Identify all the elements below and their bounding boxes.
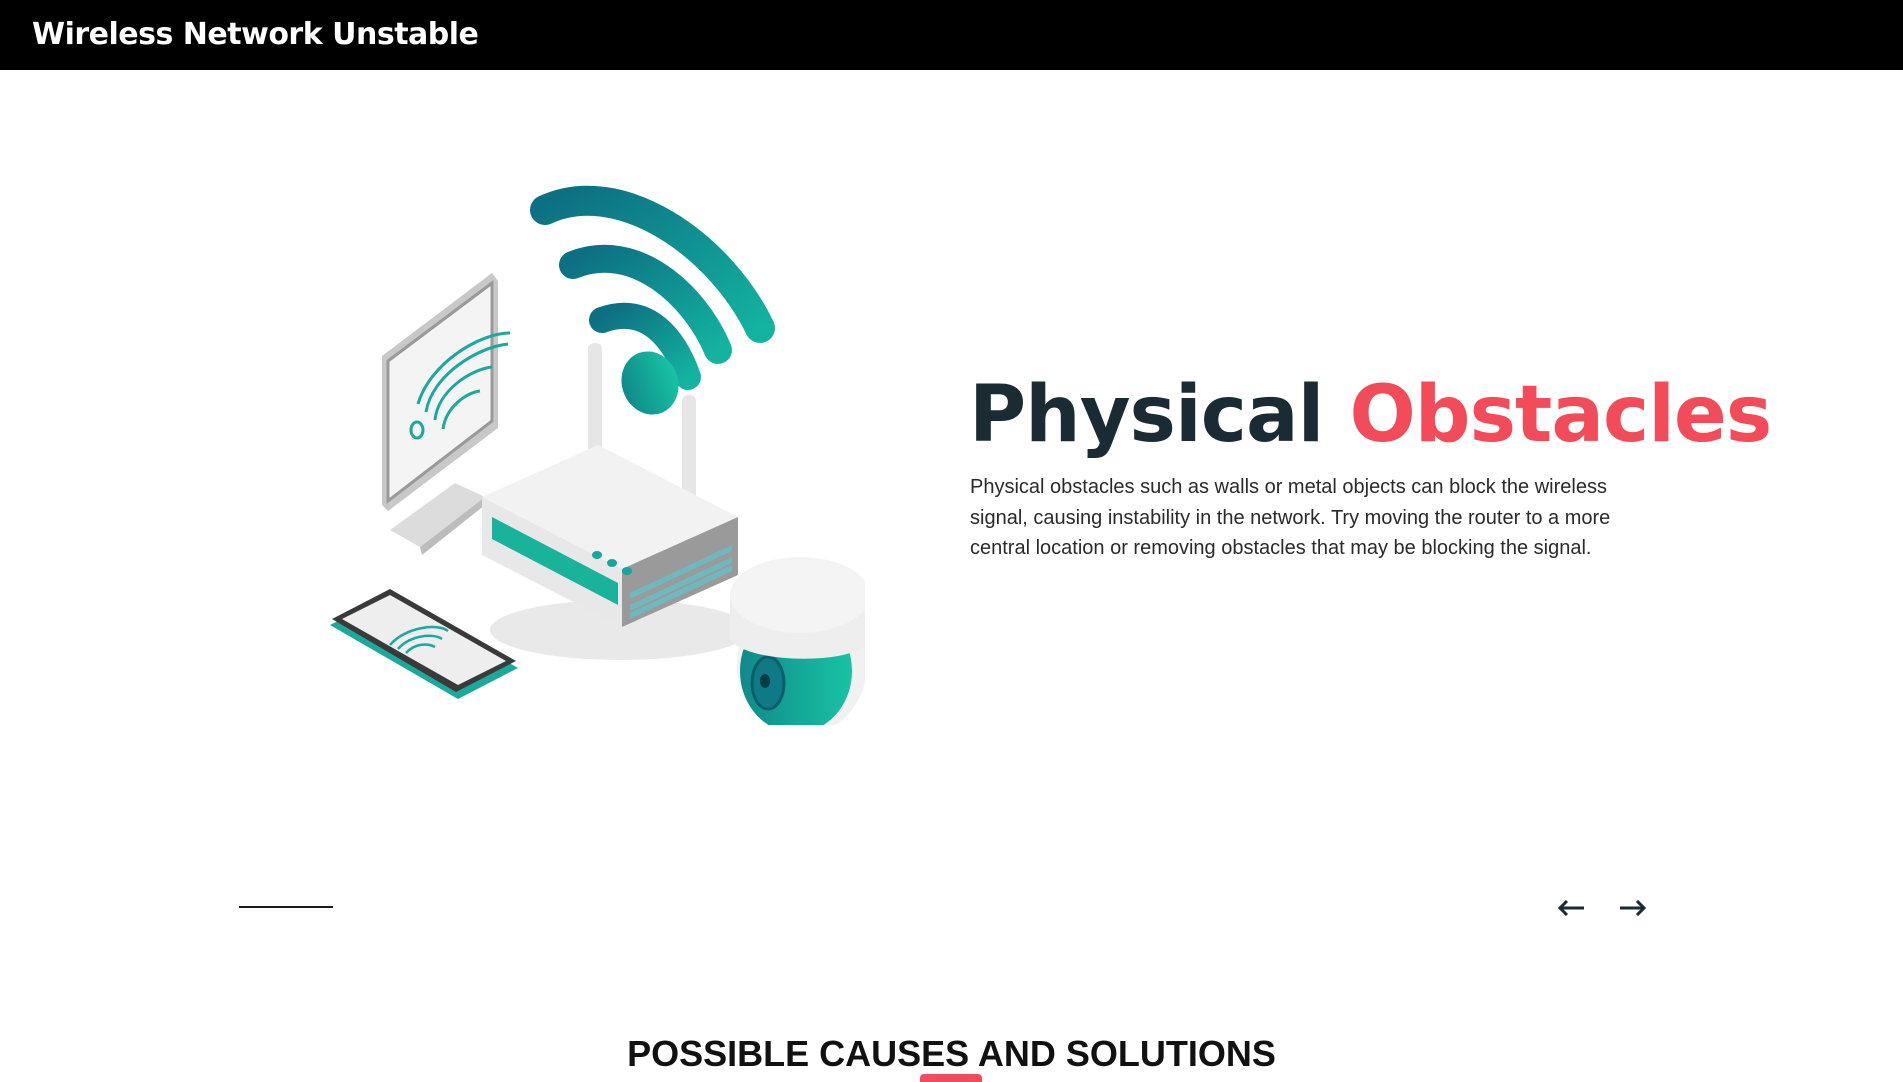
slide-title: Physical Obstacles (969, 365, 1772, 465)
next-slide-button[interactable] (1611, 890, 1655, 926)
router-wifi-devices-illustration (320, 185, 870, 735)
slide-progress-indicator (239, 906, 333, 908)
slide-title-part1: Physical (969, 370, 1324, 460)
section-heading: POSSIBLE CAUSES AND SOLUTIONS (627, 1033, 1276, 1074)
arrow-left-icon (1557, 900, 1584, 916)
smartphone-icon (330, 589, 518, 699)
top-bar: Wireless Network Unstable (0, 0, 1903, 70)
arrow-right-icon (1620, 900, 1647, 916)
slide-description: Physical obstacles such as walls or meta… (970, 476, 1611, 559)
site-title: Wireless Network Unstable (32, 17, 479, 52)
previous-slide-button[interactable] (1549, 890, 1593, 926)
slide-title-part2: Obstacles (1349, 370, 1772, 460)
router-icon (482, 445, 738, 627)
section-heading-underline (920, 1074, 982, 1082)
wifi-icon (530, 185, 775, 415)
security-camera-icon (730, 557, 870, 735)
